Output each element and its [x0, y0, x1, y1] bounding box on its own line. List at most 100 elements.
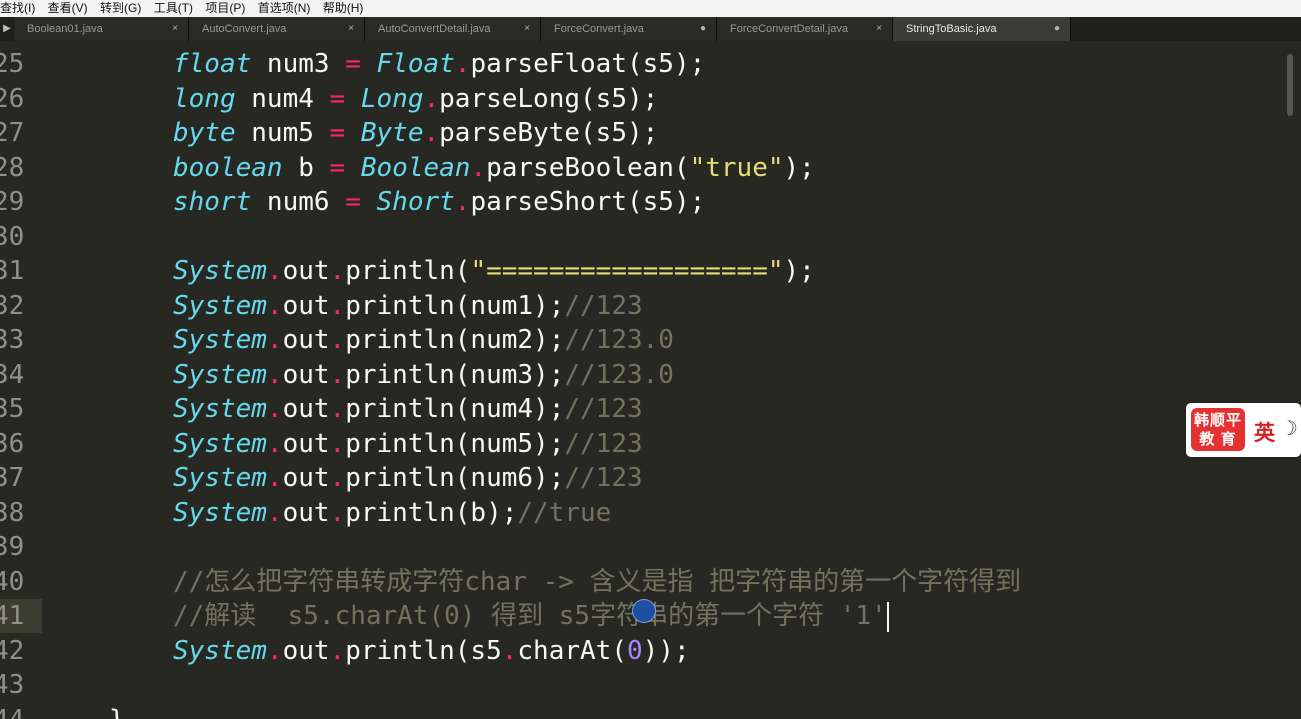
line-number: 25	[0, 49, 25, 79]
code-token: .	[266, 325, 283, 355]
code-token: out	[282, 291, 330, 321]
menu-item-goto[interactable]: 转到(G)	[100, 0, 141, 17]
code-text: System.out.println(b);//true	[173, 496, 611, 530]
tab-autoconvert[interactable]: AutoConvert.java ×	[189, 17, 365, 41]
code-token: }	[109, 705, 125, 719]
tab-forceconvertdetail[interactable]: ForceConvertDetail.java ×	[717, 17, 893, 41]
line-number: 43	[0, 670, 25, 700]
tab-label: AutoConvert.java	[202, 23, 287, 35]
code-token: println(num4);	[345, 394, 565, 424]
code-token: parseBoolean(	[486, 153, 690, 183]
ime-toolbar[interactable]: 韩顺平 教 育 英 ☽	[1186, 403, 1301, 457]
moon-icon[interactable]: ☽	[1280, 416, 1300, 440]
text-caret	[886, 601, 889, 632]
line-number: 37	[0, 463, 25, 493]
menu-item-view[interactable]: 查看(V)	[48, 0, 88, 17]
menu-item-preferences[interactable]: 首选项(N)	[258, 0, 311, 17]
code-token: .	[266, 394, 283, 424]
code-line[interactable]: 35 System.out.println(num4);//123	[0, 392, 1301, 426]
code-token: .	[329, 256, 346, 286]
code-token: byte	[173, 118, 236, 148]
code-line[interactable]: 43	[0, 668, 1301, 702]
tab-scroll-left-icon[interactable]: ▶	[0, 17, 14, 41]
code-token: Short	[376, 187, 455, 217]
code-token: .	[266, 429, 283, 459]
code-text: System.out.println(num1);//123	[173, 289, 643, 323]
code-token: println(s5	[345, 636, 502, 666]
code-line[interactable]: 42 System.out.println(s5.charAt(0));	[0, 634, 1301, 668]
code-token: out	[282, 429, 330, 459]
code-token: println(num3);	[345, 360, 565, 390]
code-line[interactable]: 34 System.out.println(num3);//123.0	[0, 358, 1301, 392]
code-line[interactable]: 27 byte num5 = Byte.parseByte(s5);	[0, 116, 1301, 150]
tab-label: ForceConvertDetail.java	[730, 23, 848, 35]
code-text: long num4 = Long.parseLong(s5);	[173, 82, 658, 116]
code-token: .	[266, 291, 283, 321]
code-line[interactable]: 33 System.out.println(num2);//123.0	[0, 323, 1301, 357]
close-icon[interactable]: ×	[172, 17, 178, 41]
code-token: num4	[235, 84, 330, 114]
code-token: .	[329, 636, 346, 666]
code-token: //123	[564, 463, 643, 493]
mouse-cursor-icon	[632, 599, 656, 623]
code-line[interactable]: 30	[0, 220, 1301, 254]
code-line[interactable]: 39	[0, 530, 1301, 564]
code-text: System.out.println(num6);//123	[173, 461, 643, 495]
code-line[interactable]: 36 System.out.println(num5);//123	[0, 427, 1301, 461]
line-number: 36	[0, 429, 25, 459]
code-text: //解读 s5.charAt(0) 得到 s5字符串的第一个字符 '1'	[173, 599, 889, 633]
code-text: System.out.println(num2);//123.0	[173, 323, 674, 357]
code-line[interactable]: 37 System.out.println(num6);//123	[0, 461, 1301, 495]
code-token: parseFloat(s5);	[470, 49, 706, 79]
code-token: out	[282, 498, 330, 528]
unsaved-dot-icon[interactable]: ●	[1054, 17, 1060, 41]
code-text: boolean b = Boolean.parseBoolean("true")…	[173, 151, 815, 185]
tab-label: StringToBasic.java	[906, 23, 997, 35]
code-token: println(num2);	[345, 325, 565, 355]
code-line[interactable]: 26 long num4 = Long.parseLong(s5);	[0, 82, 1301, 116]
code-token: parseLong(s5);	[439, 84, 659, 114]
code-text: System.out.println(num4);//123	[173, 392, 643, 426]
code-line[interactable]: 38 System.out.println(b);//true	[0, 496, 1301, 530]
code-token: Byte	[360, 118, 424, 148]
code-text: float num3 = Float.parseFloat(s5);	[173, 47, 705, 81]
ime-language-toggle[interactable]: 英	[1254, 417, 1275, 447]
code-token: 0	[626, 636, 643, 666]
code-token: =	[329, 153, 346, 183]
tab-autoconvertdetail[interactable]: AutoConvertDetail.java ×	[365, 17, 541, 41]
code-line[interactable]: 32 System.out.println(num1);//123	[0, 289, 1301, 323]
menu-item-find[interactable]: 查找(I)	[0, 0, 35, 17]
menu-item-help[interactable]: 帮助(H)	[323, 0, 364, 17]
code-line[interactable]: 44}	[0, 703, 1301, 719]
tab-forceconvert[interactable]: ForceConvert.java ●	[541, 17, 717, 41]
code-line[interactable]: 40 //怎么把字符串转成字符char -> 含义是指 把字符串的第一个字符得到	[0, 565, 1301, 599]
code-token: =	[329, 84, 346, 114]
line-number: 26	[0, 84, 25, 114]
code-token: System	[173, 325, 267, 355]
minimap-scroll-thumb[interactable]	[1287, 54, 1293, 116]
code-token: System	[173, 394, 267, 424]
unsaved-dot-icon[interactable]: ●	[700, 17, 706, 41]
code-token: .	[454, 187, 471, 217]
menu-item-tools[interactable]: 工具(T)	[154, 0, 193, 17]
close-icon[interactable]: ×	[348, 17, 354, 41]
code-token: .	[329, 360, 346, 390]
code-token: out	[282, 394, 330, 424]
code-line[interactable]: 28 boolean b = Boolean.parseBoolean("true…	[0, 151, 1301, 185]
menu-item-project[interactable]: 项目(P)	[205, 0, 245, 17]
code-token: num5	[235, 118, 330, 148]
logo: 韩顺平 教 育	[1191, 408, 1245, 451]
code-line[interactable]: 29 short num6 = Short.parseShort(s5);	[0, 185, 1301, 219]
close-icon[interactable]: ×	[524, 17, 530, 41]
code-token: System	[173, 360, 267, 390]
tab-boolean01[interactable]: Boolean01.java ×	[14, 17, 189, 41]
code-token: System	[173, 291, 267, 321]
code-line[interactable]: 31 System.out.println("==================…	[0, 254, 1301, 288]
code-text: }	[109, 703, 125, 719]
code-token: out	[282, 256, 330, 286]
code-line[interactable]: 25 float num3 = Float.parseFloat(s5);	[0, 47, 1301, 81]
close-icon[interactable]: ×	[876, 17, 882, 41]
line-number: 40	[0, 567, 25, 597]
tab-stringtobasic[interactable]: StringToBasic.java ●	[893, 17, 1071, 41]
